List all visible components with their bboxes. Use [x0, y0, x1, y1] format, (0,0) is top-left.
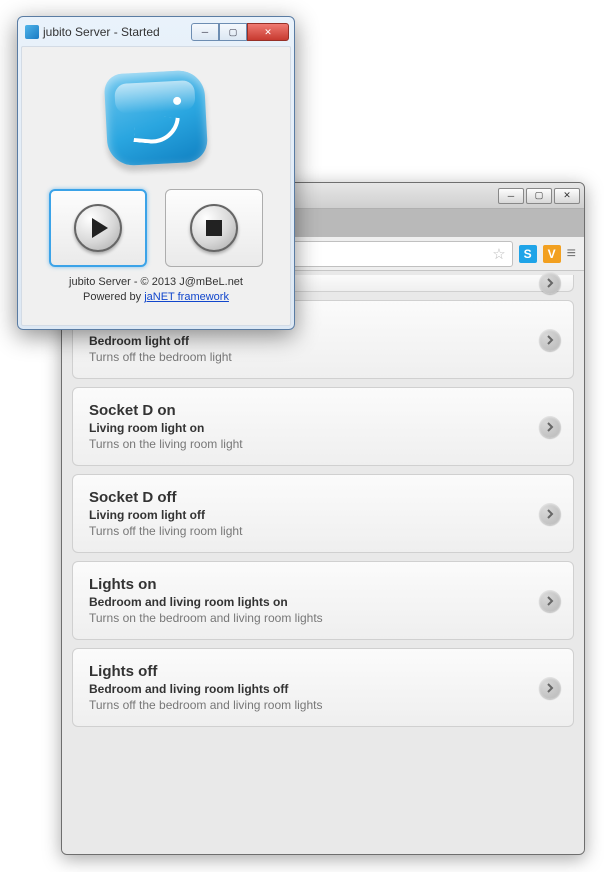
page-content[interactable]: Socket C off Bedroom light off Turns off…	[62, 271, 584, 854]
item-subtitle: Living room light on	[89, 421, 529, 435]
chevron-right-icon	[539, 272, 561, 294]
list-item[interactable]: Socket D on Living room light on Turns o…	[72, 387, 574, 466]
chevron-right-icon	[539, 416, 561, 438]
play-icon	[74, 204, 122, 252]
maximize-button[interactable]: ▢	[526, 188, 552, 204]
chevron-right-icon	[539, 677, 561, 699]
item-title: Lights off	[89, 663, 529, 680]
item-title: Lights on	[89, 576, 529, 593]
jubito-logo-icon	[104, 69, 209, 166]
chevron-right-icon	[539, 503, 561, 525]
item-description: Turns off the bedroom and living room li…	[89, 698, 529, 712]
minimize-button[interactable]: ─	[191, 23, 219, 41]
app-titlebar[interactable]: jubito Server - Started ─ ▢ ✕	[21, 20, 291, 44]
item-title: Socket D on	[89, 402, 529, 419]
control-row	[49, 189, 263, 267]
list-item[interactable]: Lights on Bedroom and living room lights…	[72, 561, 574, 640]
item-description: Turns off the living room light	[89, 524, 529, 538]
minimize-button[interactable]: ─	[498, 188, 524, 204]
logo	[106, 53, 206, 183]
app-footer: jubito Server - © 2013 J@mBeL.net Powere…	[69, 275, 243, 306]
item-subtitle: Bedroom and living room lights on	[89, 595, 529, 609]
extension-icon[interactable]: V	[543, 245, 561, 263]
close-button[interactable]: ✕	[247, 23, 289, 41]
toolbar-icons: S V ≡	[519, 245, 576, 263]
item-title: Socket D off	[89, 489, 529, 506]
app-body: jubito Server - © 2013 J@mBeL.net Powere…	[21, 46, 291, 326]
item-subtitle: Living room light off	[89, 508, 529, 522]
item-subtitle: Bedroom light off	[89, 334, 529, 348]
footer-copyright: jubito Server - © 2013 J@mBeL.net	[69, 275, 243, 290]
list-item[interactable]: Socket D off Living room light off Turns…	[72, 474, 574, 553]
item-subtitle: Bedroom and living room lights off	[89, 682, 529, 696]
chevron-right-icon	[539, 329, 561, 351]
stop-icon	[190, 204, 238, 252]
bookmark-star-icon[interactable]: ☆	[492, 245, 505, 263]
item-description: Turns off the bedroom light	[89, 350, 529, 364]
stop-button[interactable]	[165, 189, 263, 267]
list-item[interactable]: Lights off Bedroom and living room light…	[72, 648, 574, 727]
framework-link[interactable]: jaNET framework	[144, 291, 229, 303]
item-description: Turns on the living room light	[89, 437, 529, 451]
app-title: jubito Server - Started	[43, 25, 160, 39]
app-icon	[25, 25, 39, 39]
item-description: Turns on the bedroom and living room lig…	[89, 611, 529, 625]
maximize-button[interactable]: ▢	[219, 23, 247, 41]
chevron-right-icon	[539, 590, 561, 612]
close-button[interactable]: ✕	[554, 188, 580, 204]
server-app-window: jubito Server - Started ─ ▢ ✕ jubito Ser…	[17, 16, 295, 330]
play-button[interactable]	[49, 189, 147, 267]
menu-icon[interactable]: ≡	[567, 245, 576, 263]
footer-prefix: Powered by	[83, 291, 144, 303]
skype-extension-icon[interactable]: S	[519, 245, 537, 263]
